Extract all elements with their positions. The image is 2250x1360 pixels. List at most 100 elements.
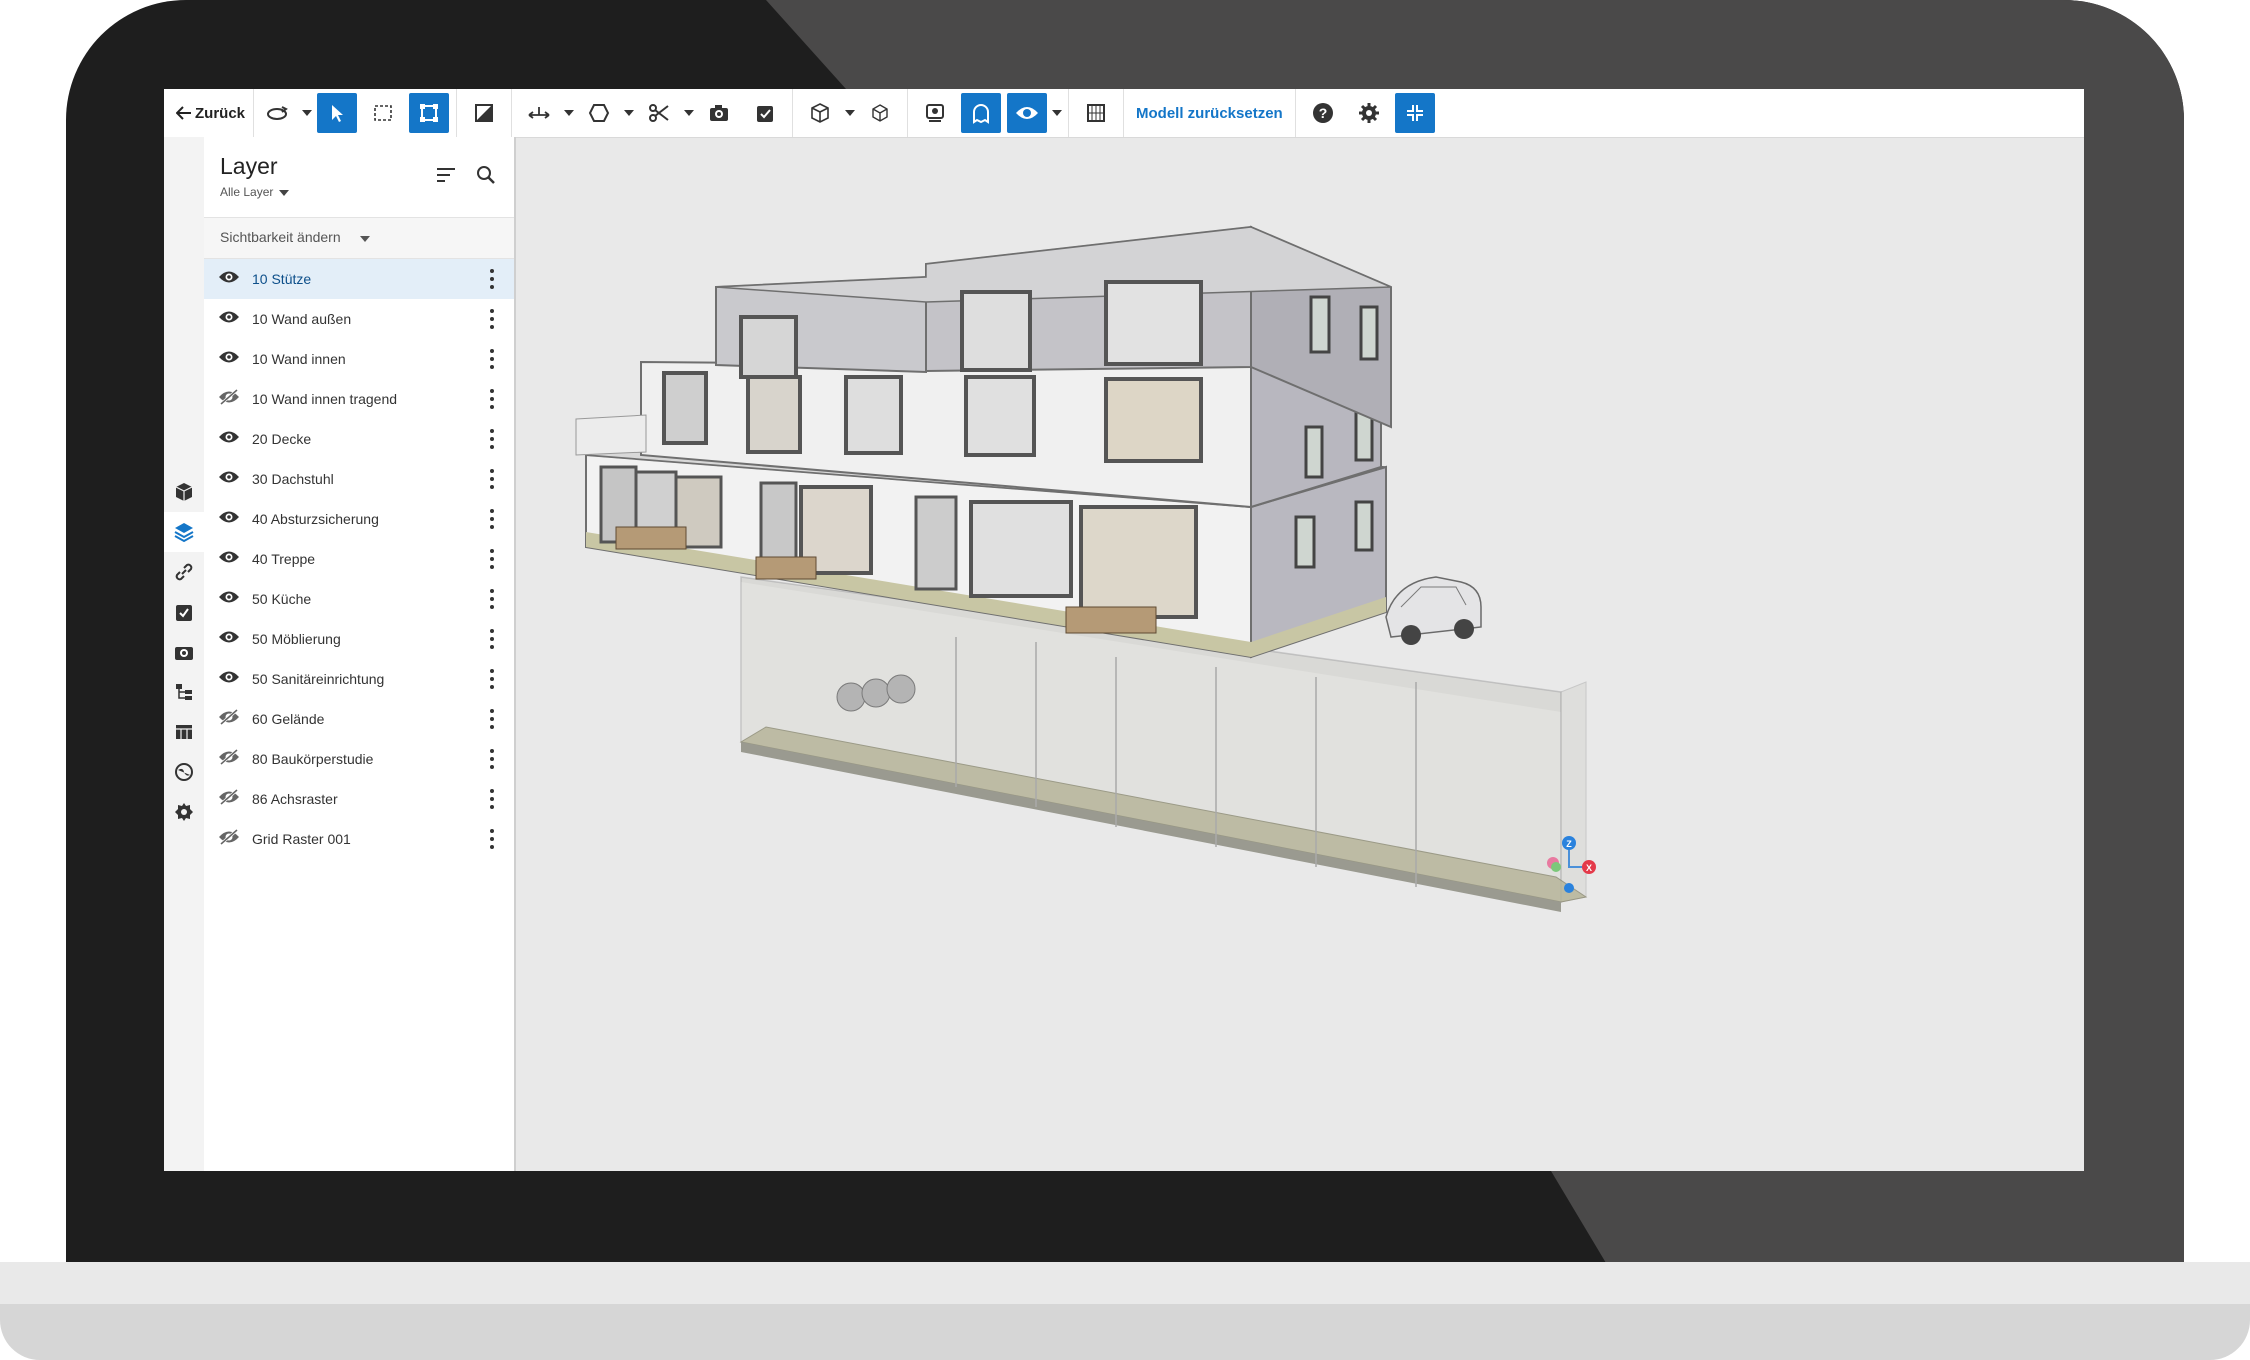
rail-globe[interactable]: [164, 752, 204, 792]
more-vertical-icon[interactable]: [490, 509, 494, 529]
shape-button[interactable]: [579, 93, 619, 133]
measure-button[interactable]: [519, 93, 559, 133]
grid-icon: [1087, 104, 1106, 122]
cube-dropdown[interactable]: [843, 93, 857, 133]
layer-row[interactable]: 50 Küche: [204, 579, 514, 619]
layer-row[interactable]: 40 Absturzsicherung: [204, 499, 514, 539]
cut-button[interactable]: [639, 93, 679, 133]
eye-icon[interactable]: [218, 629, 240, 650]
eye-icon[interactable]: [218, 429, 240, 450]
select-tool-button[interactable]: [317, 93, 358, 133]
orbit-icon: [267, 106, 288, 120]
visibility-dropdown[interactable]: [1050, 93, 1064, 133]
layer-row[interactable]: 10 Wand innen tragend: [204, 379, 514, 419]
help-button[interactable]: ?: [1303, 93, 1343, 133]
snapshot-button[interactable]: [699, 93, 739, 133]
gear-icon: [1358, 103, 1379, 123]
shape-icon: [588, 104, 610, 122]
more-vertical-icon[interactable]: [490, 589, 494, 609]
more-vertical-icon[interactable]: [490, 629, 494, 649]
layer-label: 50 Küche: [252, 591, 312, 607]
layer-view-button[interactable]: [915, 93, 955, 133]
caret-down-icon: [684, 110, 695, 116]
cut-dropdown[interactable]: [682, 93, 696, 133]
eye-off-icon[interactable]: [218, 708, 240, 730]
layer-row[interactable]: 20 Decke: [204, 419, 514, 459]
layer-row[interactable]: 40 Treppe: [204, 539, 514, 579]
eye-icon[interactable]: [218, 549, 240, 570]
more-vertical-icon[interactable]: [490, 429, 494, 449]
rail-tree[interactable]: [164, 672, 204, 712]
eye-icon[interactable]: [218, 509, 240, 530]
layer-row[interactable]: Grid Raster 001: [204, 819, 514, 859]
search-button[interactable]: [474, 163, 498, 187]
layer-label: 10 Stütze: [252, 271, 312, 287]
more-vertical-icon[interactable]: [490, 749, 494, 769]
task-button[interactable]: [745, 93, 785, 133]
settings-button[interactable]: [1349, 93, 1389, 133]
rail-layers[interactable]: [164, 512, 204, 552]
more-vertical-icon[interactable]: [490, 309, 494, 329]
eye-off-icon[interactable]: [218, 388, 240, 410]
more-vertical-icon[interactable]: [490, 789, 494, 809]
more-vertical-icon[interactable]: [490, 469, 494, 489]
eye-icon[interactable]: [218, 349, 240, 370]
more-vertical-icon[interactable]: [490, 829, 494, 849]
shape-dropdown[interactable]: [622, 93, 636, 133]
measure-dropdown[interactable]: [562, 93, 576, 133]
eye-icon[interactable]: [218, 269, 240, 290]
back-button[interactable]: Zurück: [164, 89, 255, 137]
panel-title: Layer: [220, 153, 278, 179]
eye-off-icon[interactable]: [218, 748, 240, 770]
layer-row[interactable]: 80 Baukörperstudie: [204, 739, 514, 779]
eye-icon[interactable]: [218, 669, 240, 690]
eye-off-icon[interactable]: [218, 828, 240, 850]
layer-row[interactable]: 60 Gelände: [204, 699, 514, 739]
more-vertical-icon[interactable]: [490, 269, 494, 289]
collapse-button[interactable]: [1394, 93, 1435, 133]
rail-badge[interactable]: [164, 792, 204, 832]
grid-button[interactable]: [1076, 93, 1116, 133]
rail-camera[interactable]: [164, 632, 204, 672]
rail-links[interactable]: [164, 552, 204, 592]
box-select-button[interactable]: [363, 93, 403, 133]
eye-icon[interactable]: [218, 589, 240, 610]
fit-button[interactable]: [409, 93, 450, 133]
rail-table[interactable]: [164, 712, 204, 752]
section-button[interactable]: [464, 93, 504, 133]
visibility-dropdown[interactable]: Sichtbarkeit ändern: [204, 217, 514, 259]
rail-checklist[interactable]: [164, 592, 204, 632]
more-vertical-icon[interactable]: [490, 669, 494, 689]
cube-outline-button[interactable]: [860, 93, 900, 133]
layer-row[interactable]: 50 Sanitäreinrichtung: [204, 659, 514, 699]
layer-filter-label: Alle Layer: [220, 185, 274, 199]
layer-row[interactable]: 30 Dachstuhl: [204, 459, 514, 499]
eye-icon[interactable]: [218, 469, 240, 490]
layer-label: 86 Achsraster: [252, 791, 338, 807]
more-vertical-icon[interactable]: [490, 349, 494, 369]
layer-row[interactable]: 10 Wand innen: [204, 339, 514, 379]
layer-row[interactable]: 50 Möblierung: [204, 619, 514, 659]
cube-button[interactable]: [800, 93, 840, 133]
layer-row[interactable]: 10 Stütze: [204, 259, 514, 299]
back-label: Zurück: [195, 104, 246, 122]
eye-icon[interactable]: [218, 309, 240, 330]
eye-off-icon[interactable]: [218, 788, 240, 810]
section-icon: [475, 104, 494, 122]
ghost-button[interactable]: [961, 93, 1002, 133]
more-vertical-icon[interactable]: [490, 549, 494, 569]
orbit-dropdown[interactable]: [300, 93, 314, 133]
3d-viewport[interactable]: Z X: [516, 137, 2084, 1171]
more-vertical-icon[interactable]: [490, 389, 494, 409]
layer-row[interactable]: 86 Achsraster: [204, 779, 514, 819]
rail-model[interactable]: [164, 472, 204, 512]
reset-model-button[interactable]: Modell zurücksetzen: [1128, 105, 1291, 122]
select-cursor-icon: [332, 105, 344, 122]
sort-button[interactable]: [434, 163, 458, 187]
cube-outline-icon: [872, 104, 888, 122]
layer-row[interactable]: 10 Wand außen: [204, 299, 514, 339]
more-vertical-icon[interactable]: [490, 709, 494, 729]
visibility-button[interactable]: [1007, 93, 1048, 133]
layer-filter-dropdown[interactable]: Alle Layer: [220, 185, 290, 199]
orbit-button[interactable]: [257, 93, 297, 133]
